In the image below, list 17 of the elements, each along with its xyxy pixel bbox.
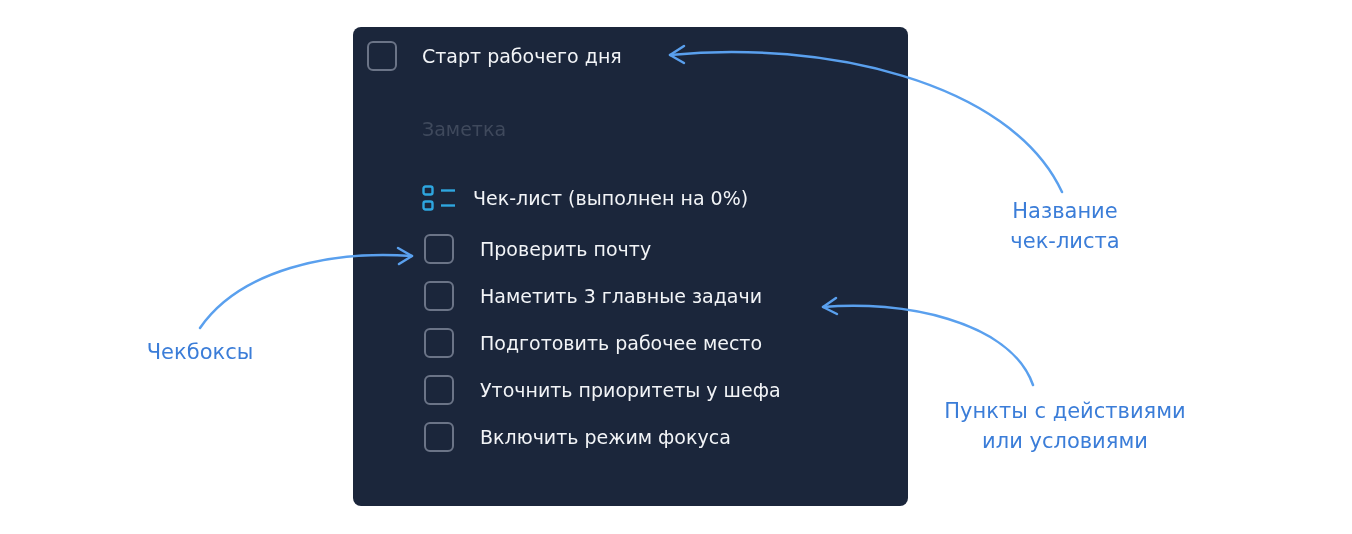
checklist-item: Наметить 3 главные задачи xyxy=(480,285,763,307)
item-checkbox[interactable] xyxy=(424,375,454,405)
checklist-icon xyxy=(422,185,456,211)
checklist-item: Проверить почту xyxy=(480,238,652,260)
task-checkbox[interactable] xyxy=(367,41,397,71)
checklist-item: Уточнить приоритеты у шефа xyxy=(480,379,781,401)
item-checkbox[interactable] xyxy=(424,422,454,452)
task-title: Старт рабочего дня xyxy=(422,45,622,67)
checklist-title: Чек-лист (выполнен на 0%) xyxy=(473,187,749,209)
item-checkbox[interactable] xyxy=(424,281,454,311)
item-checkbox[interactable] xyxy=(424,328,454,358)
annotation-label: Чекбоксы xyxy=(145,339,255,366)
item-checkbox[interactable] xyxy=(424,234,454,264)
checklist-item: Включить режим фокуса xyxy=(480,426,731,448)
annotation-label: Пункты с действиями или условиями xyxy=(943,398,1187,455)
checklist-item: Подготовить рабочее место xyxy=(480,332,763,354)
annotation-label: Название чек-листа xyxy=(1009,198,1121,255)
